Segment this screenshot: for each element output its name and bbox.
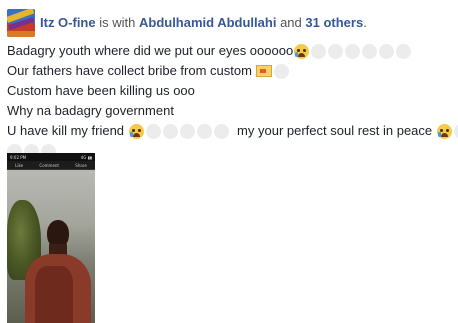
crying-face-icon [129, 123, 145, 139]
post-line-1-text: Badagry youth where did we put our eyes … [7, 43, 294, 58]
post-line-1: Badagry youth where did we put our eyes … [7, 41, 451, 61]
post-line-5a-text: U have kill my friend [7, 123, 125, 138]
phone-action-bar: Like Comment Share [7, 161, 95, 170]
post-line-5b-text: my your perfect soul rest in peace [237, 123, 433, 138]
status-signal: 4G ▮▮ [80, 154, 92, 160]
unrendered-emoji-icon [454, 123, 458, 139]
post-line-2-text: Our fathers have collect bribe from cust… [7, 63, 252, 78]
unrendered-emoji-icon [345, 43, 361, 59]
share-tab: Share [75, 162, 87, 168]
and-text: and [280, 15, 302, 30]
unrendered-emoji-icon [273, 63, 289, 79]
post-line-2: Our fathers have collect bribe from cust… [7, 61, 451, 81]
person-torso-shade [35, 266, 73, 323]
post-line-3: Custom have been killing us ooo [7, 81, 451, 101]
with-text: is with [99, 15, 136, 30]
comment-tab: Comment [39, 162, 60, 168]
author-name-link[interactable]: Itz O-fine [40, 15, 96, 30]
tagged-person-link[interactable]: Abdulhamid Abdullahi [139, 15, 276, 30]
post-body: Badagry youth where did we put our eyes … [7, 41, 458, 161]
crying-face-icon [294, 43, 310, 59]
unrendered-emoji-icon [180, 123, 196, 139]
unrendered-emoji-icon [311, 43, 327, 59]
crying-face-icon [437, 123, 453, 139]
post-line-4: Why na badagry government [7, 101, 451, 121]
post-line-3-text: Custom have been killing us ooo [7, 83, 195, 98]
status-time: 9:02 PM [10, 154, 27, 160]
unrendered-emoji-icon [163, 123, 179, 139]
post-header: Itz O-fine is with Abdulhamid Abdullahi … [7, 5, 451, 41]
unrendered-emoji-icon [362, 43, 378, 59]
unrendered-emoji-icon [396, 43, 412, 59]
others-link[interactable]: 31 others [305, 15, 363, 30]
post-attribution: Itz O-fine is with Abdulhamid Abdullahi … [40, 15, 367, 31]
phone-status-bar: 9:02 PM 4G ▮▮ [7, 153, 95, 161]
period: . [363, 15, 367, 30]
unrendered-emoji-icon [214, 123, 230, 139]
unrendered-emoji-icon [146, 123, 162, 139]
unrendered-emoji-icon [379, 43, 395, 59]
post-line-5: U have kill my friend my your perfect so… [7, 121, 458, 141]
unrendered-emoji-icon [328, 43, 344, 59]
unrendered-emoji-icon [197, 123, 213, 139]
post-photo[interactable]: 9:02 PM 4G ▮▮ Like Comment Share [7, 153, 95, 323]
photo-scene [7, 170, 95, 323]
post-line-4-text: Why na badagry government [7, 103, 174, 118]
envelope-money-icon [255, 65, 272, 77]
author-avatar[interactable] [7, 9, 35, 37]
like-tab: Like [15, 162, 24, 168]
